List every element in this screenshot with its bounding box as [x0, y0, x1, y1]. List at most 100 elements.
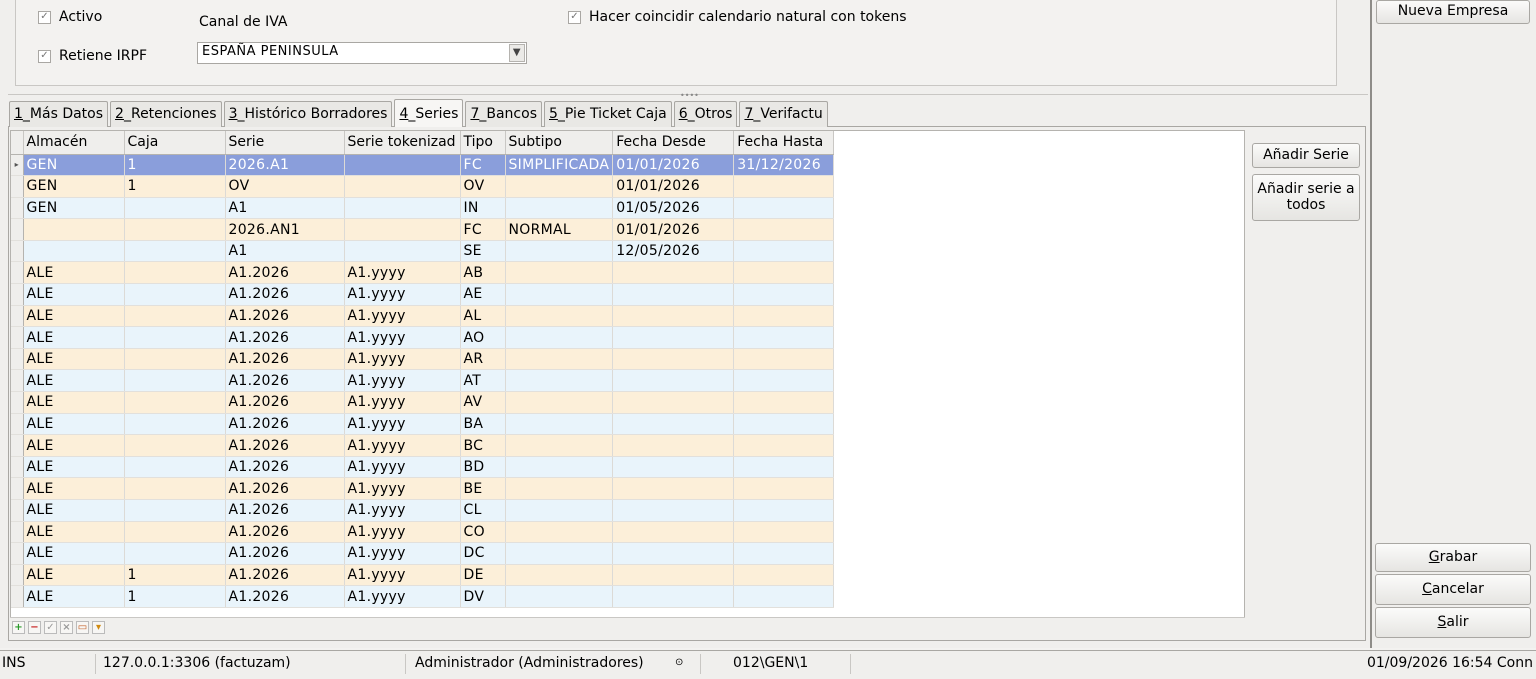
- row-indicator[interactable]: [11, 326, 24, 349]
- grid-cell[interactable]: A1.yyyy: [344, 283, 461, 306]
- column-header[interactable]: Tipo: [460, 131, 506, 155]
- grid-cell[interactable]: GEN: [23, 197, 125, 220]
- grid-cell[interactable]: 2026.AN1: [225, 218, 345, 241]
- table-row[interactable]: ALE A1.2026 A1.yyyy BE: [11, 477, 835, 500]
- grid-cell[interactable]: ALE: [23, 326, 125, 349]
- grid-cell[interactable]: 2026.A1: [225, 154, 345, 177]
- column-header[interactable]: Almacén: [23, 131, 125, 155]
- grid-cell[interactable]: [124, 499, 226, 522]
- grid-cell[interactable]: A1.2026: [225, 434, 345, 457]
- grid-cell[interactable]: [612, 434, 735, 457]
- grid-cell[interactable]: 01/01/2026: [612, 218, 735, 241]
- canal-iva-select[interactable]: ESPAÑA PENINSULA ▼: [197, 42, 527, 64]
- table-row[interactable]: ALE A1.2026 A1.yyyy AV: [11, 391, 835, 414]
- grid-cell[interactable]: AV: [460, 391, 506, 414]
- grid-cell[interactable]: A1.2026: [225, 499, 345, 522]
- grid-cell[interactable]: [505, 456, 614, 479]
- grid-cell[interactable]: [344, 175, 461, 198]
- grid-cell[interactable]: A1.yyyy: [344, 542, 461, 565]
- grid-cell[interactable]: [124, 261, 226, 285]
- table-row[interactable]: ALE A1.2026 A1.yyyy BD: [11, 456, 835, 479]
- grid-cell[interactable]: [505, 240, 614, 263]
- grid-cell[interactable]: BD: [460, 456, 506, 479]
- grid-cell[interactable]: [733, 542, 835, 565]
- grid-cell[interactable]: [23, 218, 125, 241]
- grid-cell[interactable]: [124, 521, 226, 544]
- table-row[interactable]: GEN 1 OV OV 01/01/2026: [11, 175, 835, 198]
- grid-cell[interactable]: [505, 175, 614, 198]
- grid-cell[interactable]: [124, 197, 226, 220]
- table-row[interactable]: ALE A1.2026 A1.yyyy CO: [11, 521, 835, 544]
- grabar-button[interactable]: Grabar: [1375, 543, 1531, 572]
- tab-bancos[interactable]: 7_Bancos: [465, 101, 542, 127]
- grid-cell[interactable]: ALE: [23, 348, 125, 371]
- grid-cell[interactable]: ALE: [23, 369, 125, 393]
- column-header[interactable]: Fecha Desde: [612, 131, 735, 155]
- grid-cell[interactable]: DE: [460, 564, 506, 587]
- grid-cell[interactable]: A1: [225, 197, 345, 220]
- row-indicator[interactable]: [11, 175, 24, 198]
- table-row[interactable]: GEN A1 IN 01/05/2026: [11, 197, 835, 220]
- row-indicator[interactable]: [11, 283, 24, 306]
- table-row[interactable]: ▸ GEN 1 2026.A1 FC SIMPLIFICADA 01/01/2026 31/1…: [11, 154, 835, 177]
- row-indicator[interactable]: [11, 413, 24, 436]
- grid-cell[interactable]: A1.yyyy: [344, 261, 461, 285]
- grid-cell[interactable]: [124, 240, 226, 263]
- grid-cell[interactable]: [733, 499, 835, 522]
- table-row[interactable]: ALE A1.2026 A1.yyyy AE: [11, 283, 835, 306]
- tab-verifactu[interactable]: 7_Verifactu: [739, 101, 828, 127]
- grid-cell[interactable]: AB: [460, 261, 506, 285]
- grid-cell[interactable]: [612, 521, 735, 544]
- grid-cell[interactable]: ALE: [23, 542, 125, 565]
- row-indicator[interactable]: [11, 434, 24, 457]
- grid-cell[interactable]: ALE: [23, 305, 125, 328]
- grid-cell[interactable]: OV: [460, 175, 506, 198]
- grid-cell[interactable]: [733, 261, 835, 285]
- column-header[interactable]: Fecha Hasta: [733, 131, 835, 155]
- activo-checkbox[interactable]: ✓ Activo: [38, 9, 102, 25]
- grid-cell[interactable]: [124, 369, 226, 393]
- grid-cell[interactable]: [505, 326, 614, 349]
- grid-cell[interactable]: [124, 477, 226, 500]
- grid-cell[interactable]: [612, 456, 735, 479]
- table-row[interactable]: ALE A1.2026 A1.yyyy AB: [11, 261, 835, 285]
- grid-cell[interactable]: [124, 413, 226, 436]
- grid-cell[interactable]: FC: [460, 218, 506, 241]
- row-indicator[interactable]: [11, 585, 24, 608]
- grid-cell[interactable]: 1: [124, 564, 226, 587]
- grid-cell[interactable]: [505, 434, 614, 457]
- grid-cell[interactable]: [733, 413, 835, 436]
- grid-cell[interactable]: ALE: [23, 521, 125, 544]
- row-indicator[interactable]: [11, 369, 24, 393]
- row-indicator[interactable]: [11, 456, 24, 479]
- confirm-icon[interactable]: ✓: [44, 620, 57, 634]
- grid-cell[interactable]: BE: [460, 477, 506, 500]
- grid-cell[interactable]: 1: [124, 585, 226, 608]
- grid-cell[interactable]: DV: [460, 585, 506, 608]
- grid-cell[interactable]: [733, 585, 835, 608]
- grid-cell[interactable]: [124, 348, 226, 371]
- retiene-irpf-checkbox[interactable]: ✓ Retiene IRPF: [38, 48, 147, 64]
- grid-cell[interactable]: [124, 434, 226, 457]
- row-indicator[interactable]: [11, 391, 24, 414]
- grid-cell[interactable]: A1.yyyy: [344, 369, 461, 393]
- tab-series[interactable]: 4_Series: [394, 99, 464, 127]
- grid-cell[interactable]: [733, 197, 835, 220]
- grid-cell[interactable]: [124, 456, 226, 479]
- grid-cell[interactable]: [505, 521, 614, 544]
- grid-cell[interactable]: AT: [460, 369, 506, 393]
- row-indicator[interactable]: [11, 499, 24, 522]
- grid-cell[interactable]: BC: [460, 434, 506, 457]
- grid-cell[interactable]: [733, 369, 835, 393]
- grid-cell[interactable]: A1.yyyy: [344, 434, 461, 457]
- grid-cell[interactable]: A1.2026: [225, 413, 345, 436]
- grid-cell[interactable]: [612, 542, 735, 565]
- refresh-icon[interactable]: ▭: [76, 620, 89, 634]
- delete-row-icon[interactable]: −: [28, 620, 41, 634]
- grid-cell[interactable]: [612, 564, 735, 587]
- grid-cell[interactable]: ALE: [23, 477, 125, 500]
- grid-cell[interactable]: 12/05/2026: [612, 240, 735, 263]
- grid-cell[interactable]: A1.2026: [225, 521, 345, 544]
- grid-cell[interactable]: [733, 456, 835, 479]
- salir-button[interactable]: Salir: [1375, 607, 1531, 638]
